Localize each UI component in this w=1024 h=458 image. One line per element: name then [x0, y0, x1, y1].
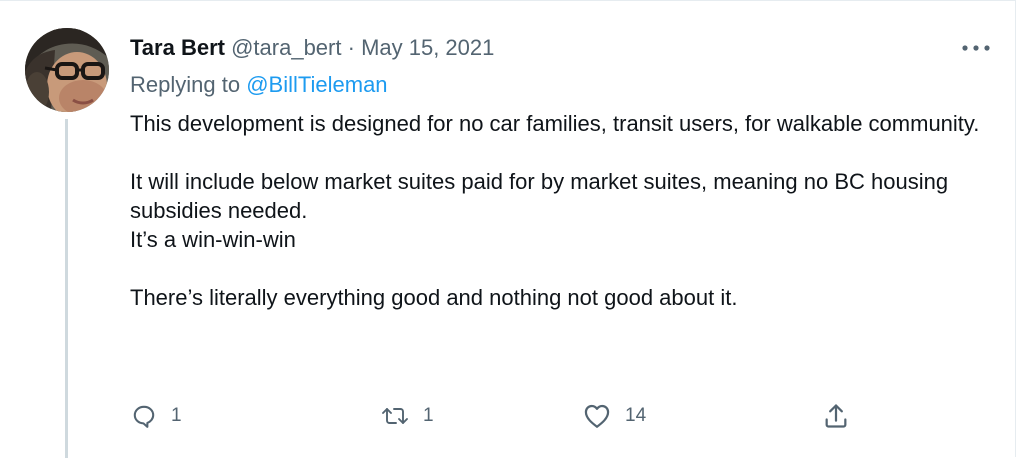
heart-icon — [584, 404, 610, 428]
reply-button[interactable]: 1 — [131, 399, 182, 433]
reply-icon — [133, 405, 155, 428]
tweet-blank-line — [130, 138, 1000, 167]
tweet-actions: 1 1 14 — [0, 399, 1016, 433]
header-separator: · — [347, 35, 355, 60]
tweet-paragraph: There’s literally everything good and no… — [130, 285, 738, 310]
replying-prefix: Replying to — [130, 72, 241, 97]
tweet-card[interactable]: Tara Bert @tara_bert · May 15, 2021 Repl… — [0, 0, 1016, 458]
retweet-button[interactable]: 1 — [381, 399, 434, 433]
tweet-blank-line — [130, 254, 1000, 283]
retweet-count: 1 — [423, 405, 434, 426]
retweet-icon — [382, 408, 408, 424]
share-button[interactable] — [822, 399, 850, 433]
share-icon — [825, 404, 847, 428]
tweet-body: This development is designed for no car … — [130, 109, 1000, 312]
tweet-paragraph: This development is designed for no car … — [130, 111, 980, 136]
more-horizontal-icon — [962, 45, 990, 51]
author-name[interactable]: Tara Bert — [130, 35, 225, 60]
like-button[interactable]: 14 — [583, 399, 646, 433]
avatar[interactable] — [25, 28, 109, 112]
tweet-date[interactable]: May 15, 2021 — [361, 35, 494, 60]
tweet-frame: Tara Bert @tara_bert · May 15, 2021 Repl… — [0, 0, 1024, 458]
author-handle[interactable]: @tara_bert — [231, 35, 341, 60]
reply-count: 1 — [171, 405, 182, 426]
tweet-header: Tara Bert @tara_bert · May 15, 2021 — [130, 34, 494, 62]
more-options-button[interactable] — [958, 35, 994, 61]
replying-to-line: Replying to @BillTieleman — [130, 71, 388, 99]
avatar-photo — [25, 28, 109, 112]
tweet-paragraph: It will include below market suites paid… — [130, 169, 949, 223]
tweet-paragraph: It’s a win-win-win — [130, 227, 296, 252]
like-count: 14 — [625, 405, 647, 426]
replying-to-mention[interactable]: @BillTieleman — [246, 72, 387, 97]
